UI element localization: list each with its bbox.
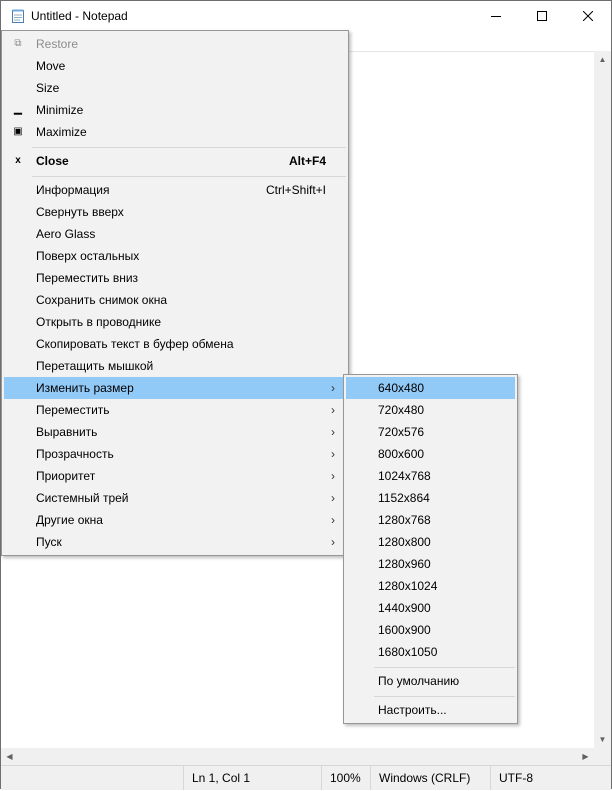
size-option[interactable]: 1280x1024 xyxy=(346,575,515,597)
restore-icon: ⧉ xyxy=(14,38,22,49)
scrollbar-corner xyxy=(594,748,611,765)
chevron-right-icon: › xyxy=(331,447,335,461)
status-position: Ln 1, Col 1 xyxy=(183,766,321,790)
size-option[interactable]: 800x600 xyxy=(346,443,515,465)
minimize-icon xyxy=(491,16,501,17)
vertical-scrollbar[interactable]: ▲ ▼ xyxy=(594,51,611,748)
info-shortcut: Ctrl+Shift+I xyxy=(265,183,326,197)
menu-item-info[interactable]: Информация Ctrl+Shift+I xyxy=(4,179,346,201)
size-option-customize[interactable]: Настроить... xyxy=(346,699,515,721)
notepad-icon xyxy=(12,9,24,23)
chevron-right-icon: › xyxy=(331,425,335,439)
size-option[interactable]: 640x480 xyxy=(346,377,515,399)
status-line-endings: Windows (CRLF) xyxy=(370,766,490,790)
menu-item-submenu[interactable]: Прозрачность › xyxy=(4,443,346,465)
menu-separator xyxy=(32,147,346,148)
menu-item[interactable]: Скопировать текст в буфер обмена xyxy=(4,333,346,355)
menu-item-move[interactable]: Move xyxy=(4,55,346,77)
size-option[interactable]: 1024x768 xyxy=(346,465,515,487)
menu-separator xyxy=(374,667,515,668)
scroll-left-icon[interactable]: ◀ xyxy=(1,748,18,765)
menu-item-minimize[interactable]: ▁ Minimize xyxy=(4,99,346,121)
menu-item-maximize[interactable]: ▣ Maximize xyxy=(4,121,346,143)
menu-separator xyxy=(374,696,515,697)
maximize-icon xyxy=(537,11,547,21)
chevron-right-icon: › xyxy=(331,535,335,549)
menu-item[interactable]: Сохранить снимок окна xyxy=(4,289,346,311)
close-shortcut: Alt+F4 xyxy=(288,154,326,168)
menu-item-restore[interactable]: ⧉ Restore xyxy=(4,33,346,55)
close-icon xyxy=(583,11,593,21)
menu-item-resize[interactable]: Изменить размер › xyxy=(4,377,346,399)
size-option[interactable]: 720x480 xyxy=(346,399,515,421)
status-bar: Ln 1, Col 1 100% Windows (CRLF) UTF-8 xyxy=(1,765,611,790)
menu-item-submenu[interactable]: Системный трей › xyxy=(4,487,346,509)
menu-item-size[interactable]: Size xyxy=(4,77,346,99)
size-option-default[interactable]: По умолчанию xyxy=(346,670,515,692)
menu-item[interactable]: Поверх остальных xyxy=(4,245,346,267)
horizontal-scrollbar[interactable]: ◀ ▶ xyxy=(1,748,594,765)
chevron-right-icon: › xyxy=(331,381,335,395)
menu-separator xyxy=(32,176,346,177)
menu-item-submenu[interactable]: Другие окна › xyxy=(4,509,346,531)
size-option[interactable]: 1280x960 xyxy=(346,553,515,575)
status-encoding: UTF-8 xyxy=(490,766,611,790)
menu-item-submenu[interactable]: Переместить › xyxy=(4,399,346,421)
chevron-right-icon: › xyxy=(331,403,335,417)
chevron-right-icon: › xyxy=(331,513,335,527)
menu-item-submenu[interactable]: Приоритет › xyxy=(4,465,346,487)
scroll-up-icon[interactable]: ▲ xyxy=(594,51,611,68)
chevron-right-icon: › xyxy=(331,491,335,505)
size-option[interactable]: 1440x900 xyxy=(346,597,515,619)
minimize-button[interactable] xyxy=(473,1,519,31)
size-option[interactable]: 1680x1050 xyxy=(346,641,515,663)
scroll-down-icon[interactable]: ▼ xyxy=(594,731,611,748)
size-option[interactable]: 1152x864 xyxy=(346,487,515,509)
menu-item[interactable]: Свернуть вверх xyxy=(4,201,346,223)
menu-item[interactable]: Открыть в проводнике xyxy=(4,311,346,333)
close-button[interactable] xyxy=(565,1,611,31)
menu-item-close[interactable]: x Close Alt+F4 xyxy=(4,150,346,172)
minimize-icon: ▁ xyxy=(14,104,22,115)
close-icon: x xyxy=(15,155,21,166)
chevron-right-icon: › xyxy=(331,469,335,483)
menu-item[interactable]: Перетащить мышкой xyxy=(4,355,346,377)
menu-item-submenu[interactable]: Пуск › xyxy=(4,531,346,553)
menu-item-submenu[interactable]: Выравнить › xyxy=(4,421,346,443)
menu-item[interactable]: Переместить вниз xyxy=(4,267,346,289)
maximize-button[interactable] xyxy=(519,1,565,31)
system-menu: ⧉ Restore Move Size ▁ Minimize ▣ Maximiz… xyxy=(1,30,349,556)
scroll-right-icon[interactable]: ▶ xyxy=(577,748,594,765)
size-option[interactable]: 1600x900 xyxy=(346,619,515,641)
title-bar[interactable]: Untitled - Notepad xyxy=(1,1,611,31)
menu-item[interactable]: Aero Glass xyxy=(4,223,346,245)
window-title: Untitled - Notepad xyxy=(31,9,128,23)
size-option[interactable]: 720x576 xyxy=(346,421,515,443)
size-option[interactable]: 1280x800 xyxy=(346,531,515,553)
resize-submenu: 640x480 720x480 720x576 800x600 1024x768… xyxy=(343,374,518,724)
size-option[interactable]: 1280x768 xyxy=(346,509,515,531)
status-zoom: 100% xyxy=(321,766,370,790)
maximize-icon: ▣ xyxy=(13,126,23,137)
